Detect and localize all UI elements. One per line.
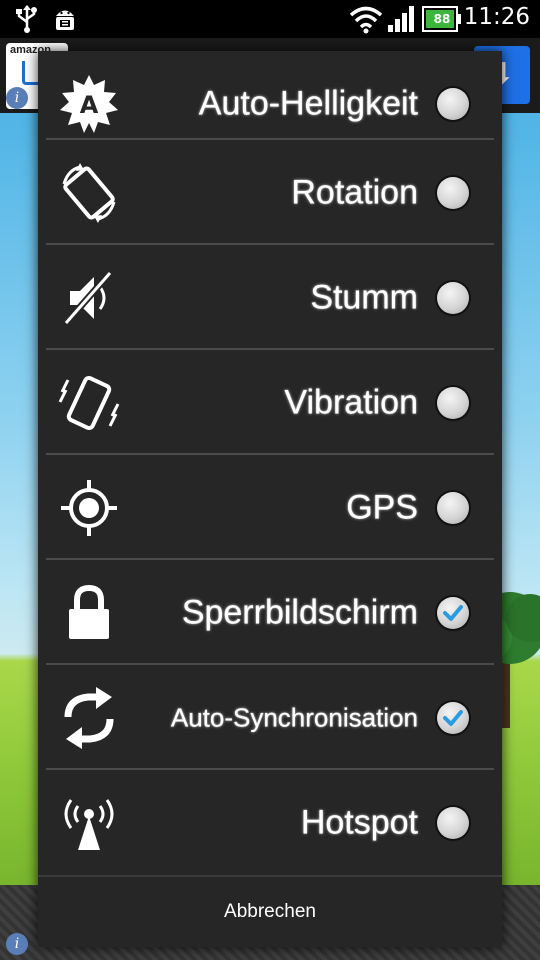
setting-label: Hotspot — [300, 803, 418, 841]
setting-label: Sperrbildschirm — [181, 593, 418, 631]
checkbox[interactable] — [437, 281, 469, 314]
hotspot-icon — [64, 798, 114, 850]
wifi-icon — [349, 6, 383, 34]
setting-row-hotspot[interactable]: Hotspot — [38, 770, 502, 875]
setting-row-gps[interactable]: GPS — [38, 455, 502, 560]
setting-row-auto-sync[interactable]: Auto-Synchronisation — [38, 665, 502, 770]
setting-row-lockscreen[interactable]: Sperrbildschirm — [38, 560, 502, 665]
rotation-icon — [62, 162, 116, 223]
setting-label: Stumm — [310, 278, 418, 316]
quick-settings-dialog: A Auto-Helligkeit Rotation Stumm Vibrati… — [38, 51, 502, 947]
dialog-footer: Abbrechen — [38, 875, 502, 947]
checkbox[interactable] — [437, 806, 469, 839]
checkbox[interactable] — [437, 386, 469, 419]
checkbox-checked[interactable] — [437, 596, 469, 629]
info-icon[interactable]: i — [6, 87, 28, 109]
mute-icon — [63, 270, 113, 325]
usb-icon — [16, 5, 37, 33]
checkmark-icon — [443, 709, 463, 726]
cancel-button[interactable]: Abbrechen — [38, 877, 502, 947]
setting-row-mute[interactable]: Stumm — [38, 245, 502, 350]
lock-icon — [69, 584, 109, 639]
checkbox-checked[interactable] — [437, 701, 469, 734]
vibration-icon — [58, 375, 120, 430]
setting-label: Auto-Synchronisation — [170, 702, 418, 732]
clock: 11:26 — [463, 4, 530, 30]
checkmark-icon — [443, 604, 463, 621]
signal-icon — [388, 6, 414, 32]
status-bar: 88 11:26 — [0, 0, 540, 38]
battery-level: 88 — [433, 12, 451, 26]
setting-row-rotation[interactable]: Rotation — [38, 140, 502, 245]
setting-label: GPS — [346, 488, 418, 526]
gps-icon — [61, 479, 117, 536]
setting-row-vibration[interactable]: Vibration — [38, 350, 502, 455]
setting-label: Rotation — [291, 173, 418, 211]
checkbox[interactable] — [437, 491, 469, 524]
checkbox[interactable] — [437, 176, 469, 209]
svg-text:A: A — [80, 91, 99, 119]
checkbox[interactable] — [437, 87, 469, 120]
setting-label: Vibration — [284, 383, 418, 421]
setting-label: Auto-Helligkeit — [198, 84, 418, 122]
sync-icon — [64, 686, 114, 749]
screen: 88 11:26 amazon i ⬇ i — [0, 0, 540, 960]
auto-brightness-icon: A — [60, 74, 118, 133]
android-debug-icon — [56, 10, 74, 30]
info-icon[interactable]: i — [6, 933, 28, 955]
